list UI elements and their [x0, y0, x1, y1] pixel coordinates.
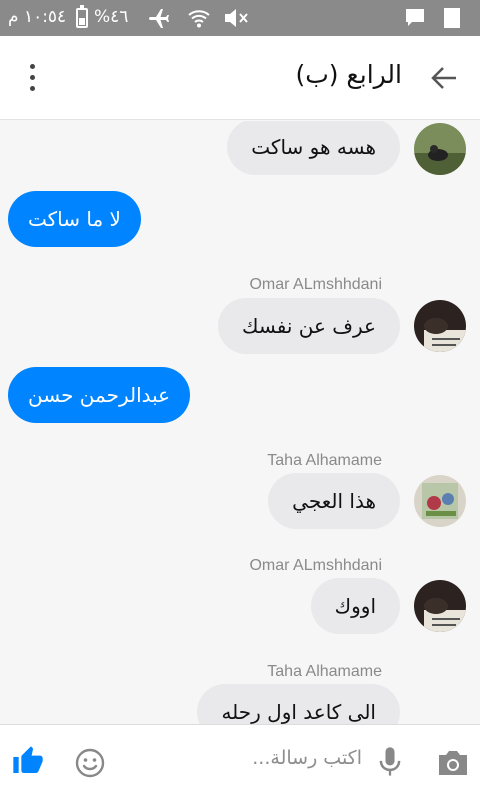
- message-bubble-incoming[interactable]: هذا العجي: [268, 473, 400, 529]
- avatar-image: [414, 123, 466, 175]
- sender-name: Omar ALmshhdani: [249, 557, 382, 574]
- camera-icon[interactable]: [436, 749, 470, 777]
- sender-name: Omar ALmshhdani: [249, 276, 382, 293]
- message-bubble-incoming[interactable]: الى كاعد اول رحله: [197, 684, 400, 724]
- microphone-icon[interactable]: [376, 745, 404, 779]
- conversation-title[interactable]: الرابع (ب): [295, 60, 402, 89]
- avatar[interactable]: [414, 300, 466, 352]
- conversation-header: الرابع (ب): [0, 36, 480, 120]
- emoji-icon[interactable]: [74, 747, 106, 779]
- avatar-image: [414, 300, 466, 352]
- more-options-icon[interactable]: [26, 64, 38, 94]
- sender-name: Taha Alhamame: [267, 452, 382, 469]
- message-bubble-outgoing[interactable]: لا ما ساكت: [8, 191, 141, 247]
- battery-icon: [76, 5, 88, 28]
- avatar-image: [414, 475, 466, 527]
- wifi-icon: [188, 10, 210, 28]
- signal-icon: [444, 8, 460, 28]
- avatar[interactable]: [414, 580, 466, 632]
- avatar[interactable]: [414, 475, 466, 527]
- like-icon[interactable]: [12, 745, 44, 777]
- message-list[interactable]: هسه هو ساكت لا ما ساكت Omar ALmshhdani ع…: [0, 121, 480, 724]
- battery-fill: [79, 18, 85, 25]
- message-input[interactable]: اكتب رسالة...: [252, 747, 362, 769]
- mute-icon: [225, 9, 248, 27]
- airplane-mode-icon: [149, 9, 169, 28]
- status-bar: ١٠:٥٤ م %٤٦: [0, 0, 480, 36]
- chat-notification-icon: [406, 9, 424, 26]
- avatar-image: [414, 580, 466, 632]
- back-arrow-icon[interactable]: [430, 64, 458, 92]
- message-composer: اكتب رسالة...: [0, 724, 480, 800]
- sender-name: Taha Alhamame: [267, 663, 382, 680]
- message-bubble-outgoing[interactable]: عبدالرحمن حسن: [8, 367, 191, 423]
- message-bubble-incoming[interactable]: اووك: [310, 578, 400, 634]
- message-bubble-incoming[interactable]: عرف عن نفسك: [218, 298, 400, 354]
- avatar[interactable]: [414, 123, 466, 175]
- status-time: ١٠:٥٤ م: [8, 7, 67, 27]
- message-bubble-incoming[interactable]: هسه هو ساكت: [227, 121, 400, 175]
- battery-percent: %٤٦: [94, 7, 129, 27]
